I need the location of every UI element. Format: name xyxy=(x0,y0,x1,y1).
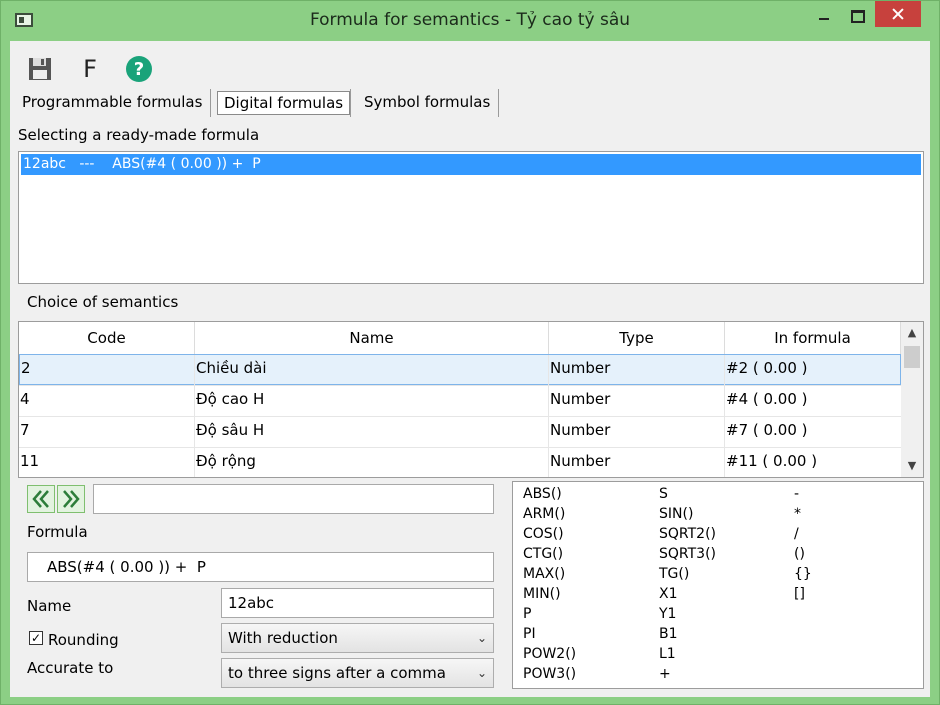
save-icon[interactable] xyxy=(26,55,54,83)
accuracy-label: Accurate to xyxy=(27,659,114,677)
previous-button[interactable] xyxy=(27,485,55,513)
function-item[interactable]: ARM() xyxy=(523,504,565,524)
cell-type: Number xyxy=(549,448,725,477)
formula-label: Formula xyxy=(27,523,88,541)
function-item[interactable]: SIN() xyxy=(659,504,693,524)
cell-code: 4 xyxy=(19,386,195,417)
tab-digital-formulas[interactable]: Digital formulas xyxy=(217,91,351,115)
function-item[interactable]: TG() xyxy=(659,564,689,584)
maximize-button[interactable] xyxy=(841,1,871,27)
search-input[interactable] xyxy=(93,484,494,514)
help-icon[interactable]: ? xyxy=(125,55,153,83)
scroll-thumb[interactable] xyxy=(904,346,920,368)
cell-code: 11 xyxy=(19,448,195,477)
function-item[interactable]: S xyxy=(659,484,668,504)
function-list[interactable]: ABS() ARM() COS() CTG() MAX() MIN() P PI… xyxy=(512,481,924,689)
rounding-select[interactable]: With reduction ⌄ xyxy=(221,623,494,653)
rounding-checkbox[interactable]: ✓ xyxy=(29,631,43,645)
cell-code: 7 xyxy=(19,417,195,448)
svg-text:?: ? xyxy=(134,59,144,80)
tab-divider xyxy=(210,89,211,117)
tab-divider xyxy=(498,89,499,117)
scroll-up-icon[interactable]: ▲ xyxy=(901,324,923,342)
tab-symbol-formulas[interactable]: Symbol formulas xyxy=(358,91,496,115)
scroll-down-icon[interactable]: ▼ xyxy=(901,457,923,475)
cell-in-formula: #4 ( 0.00 ) xyxy=(726,390,808,408)
function-item[interactable]: B1 xyxy=(659,624,678,644)
rounding-label[interactable]: Rounding xyxy=(48,631,119,649)
function-item[interactable]: POW3() xyxy=(523,664,576,684)
table-row[interactable]: 11 Độ rộng Number #11 ( 0.00 ) xyxy=(19,447,901,477)
function-item[interactable]: COS() xyxy=(523,524,564,544)
cell-name: Chiều dài xyxy=(195,355,549,386)
rounding-select-value: With reduction xyxy=(228,629,338,647)
operator-item[interactable]: () xyxy=(794,544,805,564)
title-bar[interactable]: Formula for semantics - Tỷ cao tỷ sâu xyxy=(1,1,939,41)
function-item[interactable]: X1 xyxy=(659,584,678,604)
function-item[interactable]: Y1 xyxy=(659,604,676,624)
function-item[interactable]: MIN() xyxy=(523,584,561,604)
semantics-table[interactable]: Code Name Type In formula 2 Chiều dài Nu… xyxy=(18,321,924,478)
minimize-button[interactable] xyxy=(809,1,839,27)
cell-in-formula: #7 ( 0.00 ) xyxy=(726,421,808,439)
list-item[interactable]: 12abc --- ABS(#4 ( 0.00 )) + P xyxy=(21,154,921,175)
dialog-body: F ? Programmable formulas Digital formul… xyxy=(10,41,930,697)
name-input[interactable]: 12abc xyxy=(221,588,494,618)
cell-type: Number xyxy=(549,355,725,386)
column-header-type[interactable]: Type xyxy=(549,322,725,354)
cell-in-formula: #2 ( 0.00 ) xyxy=(726,359,808,377)
function-item[interactable]: L1 xyxy=(659,644,676,664)
column-header-in-formula[interactable]: In formula xyxy=(725,322,901,354)
accuracy-select-value: to three signs after a comma xyxy=(228,664,446,682)
table-header: Code Name Type In formula xyxy=(19,322,901,354)
window-frame: Formula for semantics - Tỷ cao tỷ sâu F … xyxy=(0,0,940,705)
function-item[interactable]: POW2() xyxy=(523,644,576,664)
cell-name: Độ rộng xyxy=(195,448,549,477)
ready-made-label: Selecting a ready-made formula xyxy=(18,126,260,144)
close-button[interactable] xyxy=(875,1,921,27)
table-row[interactable]: 2 Chiều dài Number #2 ( 0.00 ) xyxy=(19,354,901,386)
function-item[interactable]: SQRT2() xyxy=(659,524,716,544)
accuracy-select[interactable]: to three signs after a comma ⌄ xyxy=(221,658,494,688)
function-item[interactable]: + xyxy=(659,664,671,684)
table-scrollbar[interactable]: ▲ ▼ xyxy=(901,322,923,477)
column-header-name[interactable]: Name xyxy=(195,322,549,354)
chevron-down-icon: ⌄ xyxy=(476,631,487,645)
function-item[interactable]: MAX() xyxy=(523,564,565,584)
table-row[interactable]: 4 Độ cao H Number #4 ( 0.00 ) xyxy=(19,385,901,417)
operator-item[interactable]: * xyxy=(794,504,801,524)
table-row[interactable]: 7 Độ sâu H Number #7 ( 0.00 ) xyxy=(19,416,901,448)
function-item[interactable]: P xyxy=(523,604,531,624)
operator-item[interactable]: [] xyxy=(794,584,805,604)
tab-programmable-formulas[interactable]: Programmable formulas xyxy=(16,91,208,115)
next-button[interactable] xyxy=(57,485,85,513)
window-title: Formula for semantics - Tỷ cao tỷ sâu xyxy=(309,10,631,30)
cell-code: 2 xyxy=(20,355,195,386)
double-chevron-right-icon xyxy=(63,490,80,508)
operator-item[interactable]: - xyxy=(794,484,799,504)
function-item[interactable]: PI xyxy=(523,624,536,644)
operator-item[interactable]: {} xyxy=(794,564,812,584)
function-item[interactable]: ABS() xyxy=(523,484,562,504)
ready-made-formula-list[interactable]: 12abc --- ABS(#4 ( 0.00 )) + P xyxy=(18,151,924,284)
formula-input[interactable]: ABS(#4 ( 0.00 )) + P xyxy=(27,552,494,582)
name-label: Name xyxy=(27,597,72,615)
function-item[interactable]: CTG() xyxy=(523,544,563,564)
function-item[interactable]: SQRT3() xyxy=(659,544,716,564)
semantics-label: Choice of semantics xyxy=(27,293,179,311)
cell-name: Độ cao H xyxy=(195,386,549,417)
cell-in-formula: #11 ( 0.00 ) xyxy=(726,452,818,470)
cell-name: Độ sâu H xyxy=(195,417,549,448)
chevron-down-icon: ⌄ xyxy=(476,666,487,680)
tab-divider xyxy=(350,89,351,117)
double-chevron-left-icon xyxy=(32,490,49,508)
cell-type: Number xyxy=(549,386,725,417)
operator-item[interactable]: / xyxy=(794,524,799,544)
formula-f-button[interactable]: F xyxy=(76,55,104,83)
cell-type: Number xyxy=(549,417,725,448)
column-header-code[interactable]: Code xyxy=(19,322,195,354)
